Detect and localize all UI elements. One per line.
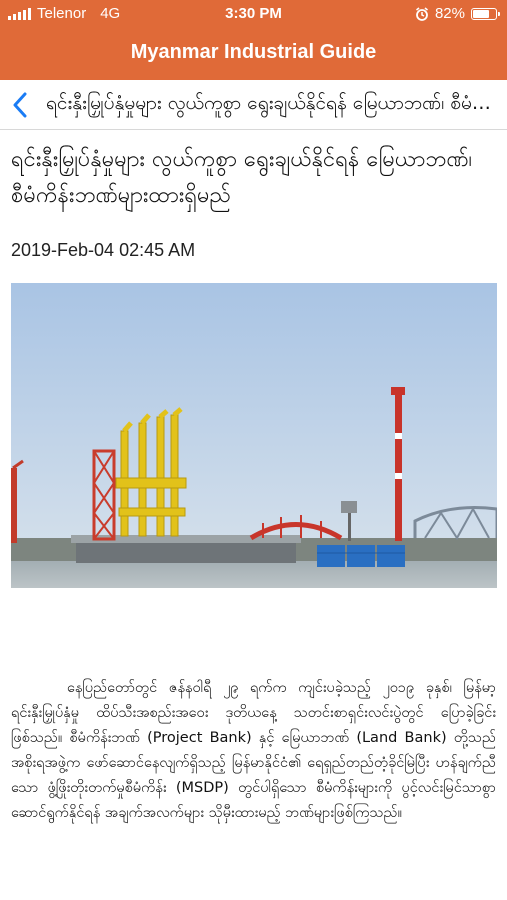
back-button[interactable] [12,85,38,125]
chevron-left-icon [13,92,27,117]
app-title: Myanmar Industrial Guide [130,41,377,63]
alarm-icon [415,6,428,21]
article: ရင်းနှီးမြှုပ်နှံမှုများ လွယ်ကူစွာ ရွေးခ… [0,142,507,826]
battery-percent: 82% [434,5,465,22]
article-date: 2019-Feb-04 02:45 AM [11,240,196,260]
status-bar: Telenor 4G 3:30 PM 82% [0,0,507,28]
battery-fill [473,9,490,18]
status-right: 82% [415,5,500,22]
battery-icon [471,7,500,20]
nav-title: ရင်းနှီးမြှုပ်နှံမှုများ လွယ်ကူစွာ ရွေးခ… [46,91,495,114]
article-photo[interactable] [11,283,497,588]
article-headline: ရင်းနှီးမြှုပ်နှံမှုများ လွယ်ကူစွာ ရွေးခ… [11,147,473,208]
app-title-bar: Myanmar Industrial Guide [0,28,507,80]
article-body: နေပြည်တော်တွင် ဇန်နဝါရီ ၂၉ ရက်က ကျင်းပခဲ… [11,680,496,821]
nav-bar: ရင်းနှီးမြှုပ်နှံမှုများ လွယ်ကူစွာ ရွေးခ… [0,80,507,130]
